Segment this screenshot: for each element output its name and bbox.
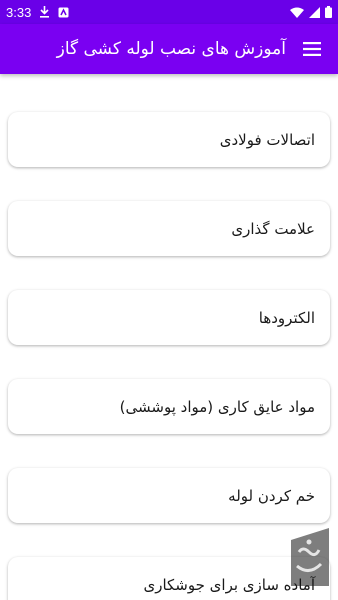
status-time: 3:33: [6, 4, 32, 20]
list-item[interactable]: اتصالات فولادی: [8, 112, 330, 167]
list-item[interactable]: آماده سازی برای جوشکاری: [8, 557, 330, 600]
list-item-label: اتصالات فولادی: [219, 130, 315, 149]
status-left: 3:33: [6, 5, 69, 20]
list-item-label: مواد عایق کاری (مواد پوششی): [119, 397, 315, 416]
hamburger-menu-icon: [303, 42, 321, 56]
cellular-signal-icon: [309, 6, 320, 18]
watermark-logo: [287, 522, 333, 592]
list-item[interactable]: خم کردن لوله: [8, 468, 330, 523]
list-item[interactable]: مواد عایق کاری (مواد پوششی): [8, 379, 330, 434]
list-item-label: علامت گذاری: [231, 219, 315, 238]
status-right: [290, 6, 332, 18]
app-bar: آموزش های نصب لوله کشی گاز: [0, 24, 338, 74]
battery-icon: [325, 6, 332, 18]
list-item[interactable]: الکترودها: [8, 290, 330, 345]
menu-button[interactable]: [286, 24, 338, 74]
wifi-icon: [290, 7, 304, 18]
list-item-label: خم کردن لوله: [228, 486, 315, 505]
list-item-label: الکترودها: [258, 308, 315, 327]
status-bar: 3:33: [0, 0, 338, 24]
app-title: آموزش های نصب لوله کشی گاز: [56, 39, 286, 59]
download-icon: [39, 6, 50, 18]
app-notification-icon: [58, 7, 69, 18]
list-item[interactable]: علامت گذاری: [8, 201, 330, 256]
